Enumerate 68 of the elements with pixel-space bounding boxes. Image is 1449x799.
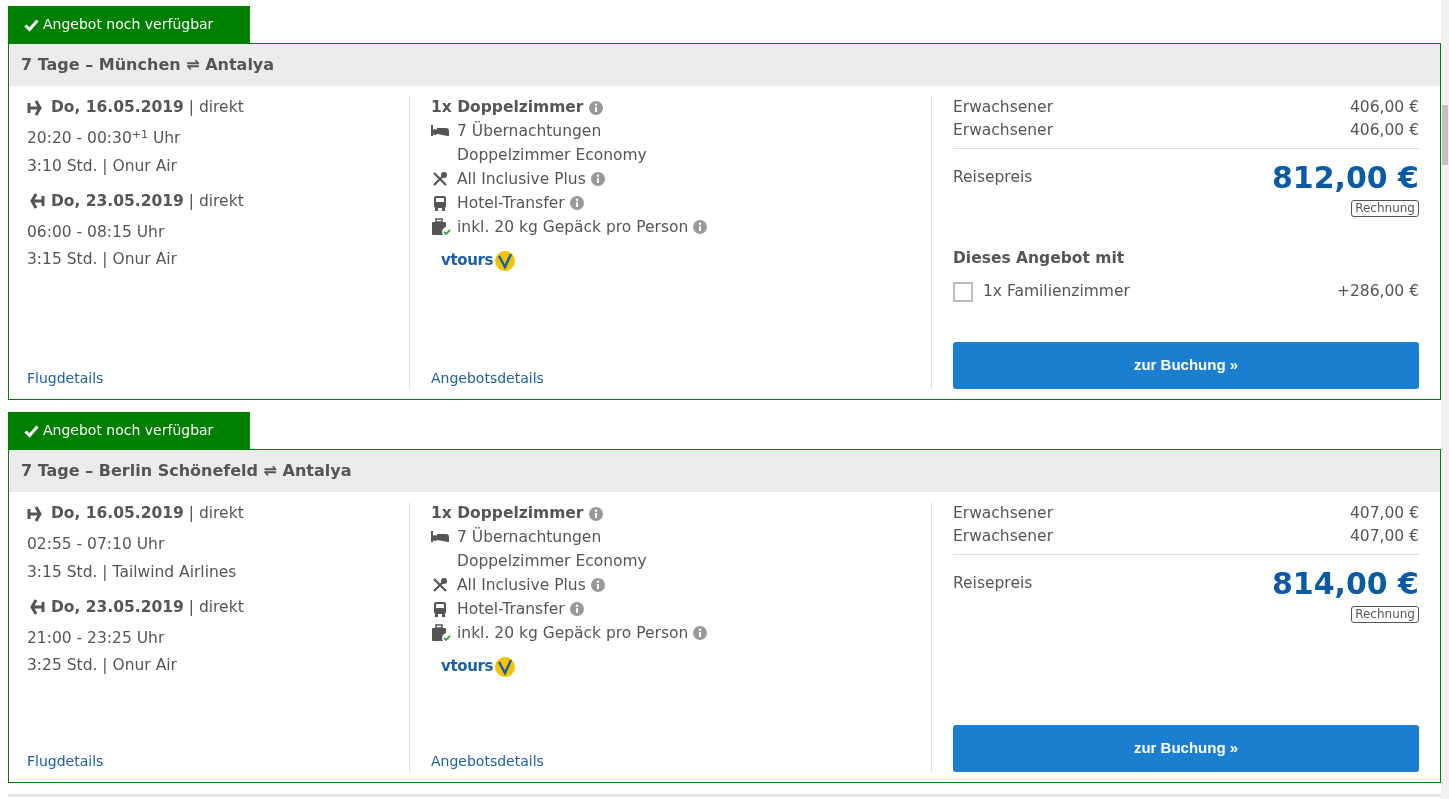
badge-label: Angebot noch verfügbar [43,15,214,34]
flight-times: 02:55 - 07:10 Uhr [27,534,166,556]
feature-text: Doppelzimmer Economy [457,550,647,572]
total-label: Reisepreis [953,572,1033,594]
feature-text: All Inclusive Plus [457,574,586,596]
feature-text: Hotel-Transfer [457,192,565,214]
info-icon [693,626,708,641]
flight-details-link[interactable]: Flugdetails [27,751,104,772]
checkbox[interactable] [953,281,973,302]
feature-text: inkl. 20 kg Gepäck pro Person [457,622,689,644]
flight-times: 21:00 - 23:25 Uhr [27,628,166,649]
info-icon [569,196,584,211]
total-price: 814,00 € [1271,565,1419,603]
logo-text: vtours [441,250,493,272]
traveler-price: 407,00 € [1349,502,1419,524]
traveler-price: 407,00 € [1349,525,1419,547]
feature-text: Doppelzimmer Economy [457,144,647,166]
flight-duration: 3:25 Std. | Onur Air [27,655,178,677]
offer-details-link[interactable]: Angebotsdetails [431,368,544,389]
check-badge-icon [495,656,515,677]
check-icon [24,17,39,32]
flight-duration: 3:15 Std. | Onur Air [27,249,178,271]
offer-title: 7 Tage – München ⇌ Antalya [21,54,275,76]
info-icon [590,578,605,593]
feature-text: inkl. 20 kg Gepäck pro Person [457,216,689,238]
luggage-check-icon [431,218,452,237]
logo-text: vtours [441,656,493,678]
feature-text: 7 Übernachtungen [457,120,602,142]
flight-date: Do, 16.05.2019 | direkt [51,97,244,118]
traveler-price: 406,00 € [1349,119,1419,141]
luggage-check-icon [431,624,452,643]
booking-button[interactable]: zur Buchung » [953,725,1419,772]
flight-details-link[interactable]: Flugdetails [27,368,104,389]
offer-details-link[interactable]: Angebotsdetails [431,751,544,772]
room-title: 1x Doppelzimmer [431,503,584,524]
invoice-button[interactable]: Rechnung [1351,606,1419,623]
flight-date: Do, 23.05.2019 | direkt [51,190,244,212]
total-label: Reisepreis [953,166,1033,188]
feature-text: 7 Übernachtungen [457,526,602,548]
invoice-button[interactable]: Rechnung [1351,200,1419,217]
info-icon [588,506,603,521]
info-icon [693,220,708,235]
badge-label: Angebot noch verfügbar [43,421,214,440]
flight-duration: 3:10 Std. | Onur Air [27,155,178,177]
check-icon [24,423,39,438]
traveler-label: Erwachsener [953,502,1054,524]
info-icon [588,100,603,115]
info-icon [569,602,584,617]
extra-label: 1x Familienzimmer [983,281,1131,303]
flight-date: Do, 23.05.2019 | direkt [51,596,244,618]
flight-times: 06:00 - 08:15 Uhr [27,222,166,243]
feature-text: All Inclusive Plus [457,168,586,190]
extra-price: +286,00 € [1337,281,1419,303]
flight-times: 20:20 - 00:30$^{+1}$ Uhr [27,127,182,150]
flight-date: Do, 16.05.2019 | direkt [51,503,244,524]
booking-button[interactable]: zur Buchung » [953,342,1419,389]
extras-title: Dieses Angebot mit [953,248,1126,269]
traveler-label: Erwachsener [953,119,1054,141]
traveler-price: 406,00 € [1349,96,1419,118]
check-badge-icon [495,250,515,271]
info-icon [590,172,605,187]
traveler-label: Erwachsener [953,96,1054,118]
room-title: 1x Doppelzimmer [431,97,584,118]
offer-title: 7 Tage – Berlin Schönefeld ⇌ Antalya [21,460,352,482]
traveler-label: Erwachsener [953,525,1054,547]
flight-duration: 3:15 Std. | Tailwind Airlines [27,561,238,583]
feature-text: Hotel-Transfer [457,598,565,620]
total-price: 812,00 € [1271,159,1419,197]
